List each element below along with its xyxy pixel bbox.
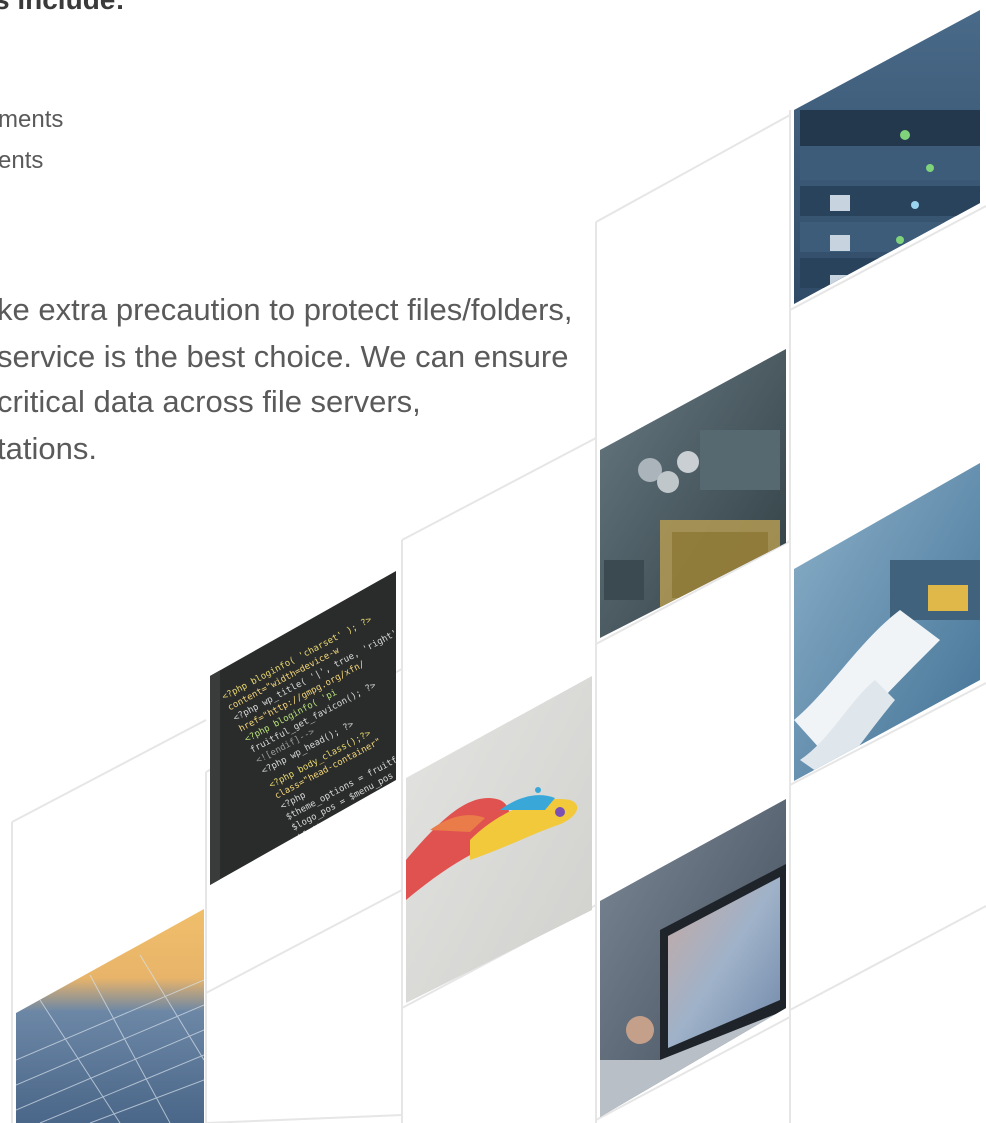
document-page: <?php bloginfo( 'charset' ); ?> content=…: [0, 0, 986, 1123]
laptop-photo: [600, 799, 786, 1117]
motherboard-photo: [600, 349, 786, 638]
paragraph-line: tations.: [0, 431, 97, 466]
server-rack-photo: [794, 10, 980, 304]
list-item: ents: [0, 147, 44, 174]
paragraph-line: service is the best choice. We can ensur…: [0, 339, 569, 374]
list-item: ments: [0, 106, 64, 133]
photo-mosaic: <?php bloginfo( 'charset' ); ?> content=…: [11, 10, 986, 1123]
paint-splash-photo: [406, 676, 592, 1003]
section-heading: s include:: [0, 0, 125, 16]
paragraph-line: critical data across file servers,: [0, 384, 421, 419]
paragraph-line: ke extra precaution to protect files/fol…: [0, 292, 573, 327]
solar-panel-photo: [16, 909, 204, 1123]
network-cables-photo: [794, 463, 980, 781]
